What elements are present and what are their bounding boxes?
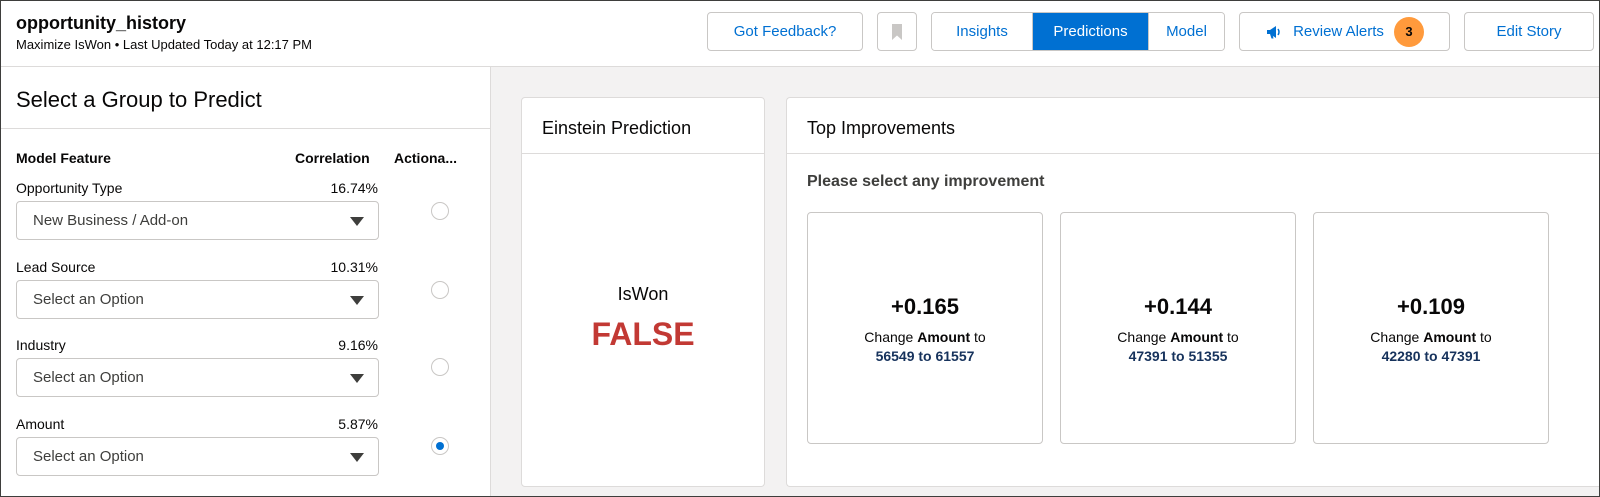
column-header-correlation: Correlation — [295, 150, 370, 166]
improvement-delta: +0.165 — [891, 294, 959, 319]
feature-label: Opportunity Type — [16, 180, 123, 196]
chevron-down-icon — [350, 296, 364, 305]
column-header-actionable: Actiona... — [394, 150, 458, 166]
feedback-button-label: Got Feedback? — [733, 23, 837, 40]
improvement-delta: +0.109 — [1397, 294, 1465, 319]
feature-select-opportunity-type[interactable]: New Business / Add-on — [16, 201, 379, 240]
feature-select-lead-source[interactable]: Select an Option — [16, 280, 379, 319]
alerts-count-badge: 3 — [1393, 16, 1424, 47]
actionable-radio-amount[interactable] — [431, 437, 449, 455]
prediction-area: Einstein Prediction IsWon FALSE Top Impr… — [491, 67, 1599, 496]
chevron-down-icon — [350, 453, 364, 462]
select-value: New Business / Add-on — [33, 212, 189, 229]
improvement-suffix: to — [970, 329, 986, 345]
improvement-prefix: Change — [1370, 329, 1424, 345]
review-alerts-label: Review Alerts — [1293, 23, 1384, 40]
improvement-field: Amount — [1423, 329, 1477, 345]
improvement-range: 47391 to 51355 — [1128, 348, 1228, 364]
improvement-description: Change Amount to — [1061, 329, 1295, 345]
improvement-option[interactable]: +0.165 Change Amount to 56549 to 61557 — [807, 212, 1043, 444]
improvement-range: 56549 to 61557 — [875, 348, 975, 364]
feature-label: Amount — [16, 416, 65, 432]
divider — [787, 153, 1599, 154]
select-value: Select an Option — [33, 369, 144, 386]
improvement-option[interactable]: +0.144 Change Amount to 47391 to 51355 — [1060, 212, 1296, 444]
feature-select-industry[interactable]: Select an Option — [16, 358, 379, 397]
edit-story-button[interactable]: Edit Story — [1464, 12, 1594, 51]
improvement-suffix: to — [1476, 329, 1492, 345]
edit-story-label: Edit Story — [1496, 23, 1562, 40]
feedback-button[interactable]: Got Feedback? — [707, 12, 863, 51]
feature-correlation: 5.87% — [338, 416, 378, 432]
actionable-radio-opportunity-type[interactable] — [431, 202, 449, 220]
chevron-down-icon — [350, 217, 364, 226]
bookmark-icon — [892, 23, 902, 40]
divider — [1, 128, 491, 129]
feature-label: Industry — [16, 337, 66, 353]
card-title: Einstein Prediction — [542, 118, 692, 138]
bookmark-button[interactable] — [877, 12, 917, 51]
view-tabs: Insights Predictions Model — [931, 12, 1225, 51]
select-value: Select an Option — [33, 448, 144, 465]
page-subtitle: Maximize IsWon • Last Updated Today at 1… — [16, 37, 312, 52]
actionable-radio-lead-source[interactable] — [431, 281, 449, 299]
predict-group-panel: Select a Group to Predict Model Feature … — [1, 67, 491, 496]
megaphone-icon — [1267, 25, 1280, 38]
page-header: opportunity_history Maximize IsWon • Las… — [1, 1, 1599, 67]
tab-predictions[interactable]: Predictions — [1033, 13, 1148, 50]
improvement-prompt: Please select any improvement — [807, 173, 1045, 190]
improvement-description: Change Amount to — [808, 329, 1042, 345]
feature-correlation: 9.16% — [338, 337, 378, 353]
tab-insights[interactable]: Insights — [932, 13, 1033, 50]
feature-select-amount[interactable]: Select an Option — [16, 437, 379, 476]
improvement-range: 42280 to 47391 — [1381, 348, 1481, 364]
feature-label: Lead Source — [16, 259, 96, 275]
improvement-delta: +0.144 — [1144, 294, 1212, 319]
einstein-prediction-card: Einstein Prediction IsWon FALSE — [521, 97, 765, 487]
prediction-label: IsWon — [617, 284, 669, 304]
improvement-option[interactable]: +0.109 Change Amount to 42280 to 47391 — [1313, 212, 1549, 444]
improvement-field: Amount — [917, 329, 971, 345]
app-frame: opportunity_history Maximize IsWon • Las… — [0, 0, 1600, 497]
page-title: opportunity_history — [16, 13, 186, 33]
tab-model[interactable]: Model — [1148, 13, 1224, 50]
top-improvements-card: Top Improvements Please select any impro… — [786, 97, 1599, 487]
column-header-feature: Model Feature — [16, 150, 111, 166]
divider — [522, 153, 764, 154]
card-title: Top Improvements — [807, 118, 956, 138]
review-alerts-button[interactable]: Review Alerts 3 — [1239, 12, 1450, 51]
panel-title: Select a Group to Predict — [16, 87, 262, 112]
improvement-prefix: Change — [864, 329, 918, 345]
chevron-down-icon — [350, 374, 364, 383]
feature-correlation: 16.74% — [330, 180, 378, 196]
select-value: Select an Option — [33, 291, 144, 308]
feature-correlation: 10.31% — [330, 259, 378, 275]
actionable-radio-industry[interactable] — [431, 358, 449, 376]
improvement-prefix: Change — [1117, 329, 1171, 345]
improvement-suffix: to — [1223, 329, 1239, 345]
improvement-field: Amount — [1170, 329, 1224, 345]
prediction-value: FALSE — [591, 316, 695, 352]
improvement-description: Change Amount to — [1314, 329, 1548, 345]
